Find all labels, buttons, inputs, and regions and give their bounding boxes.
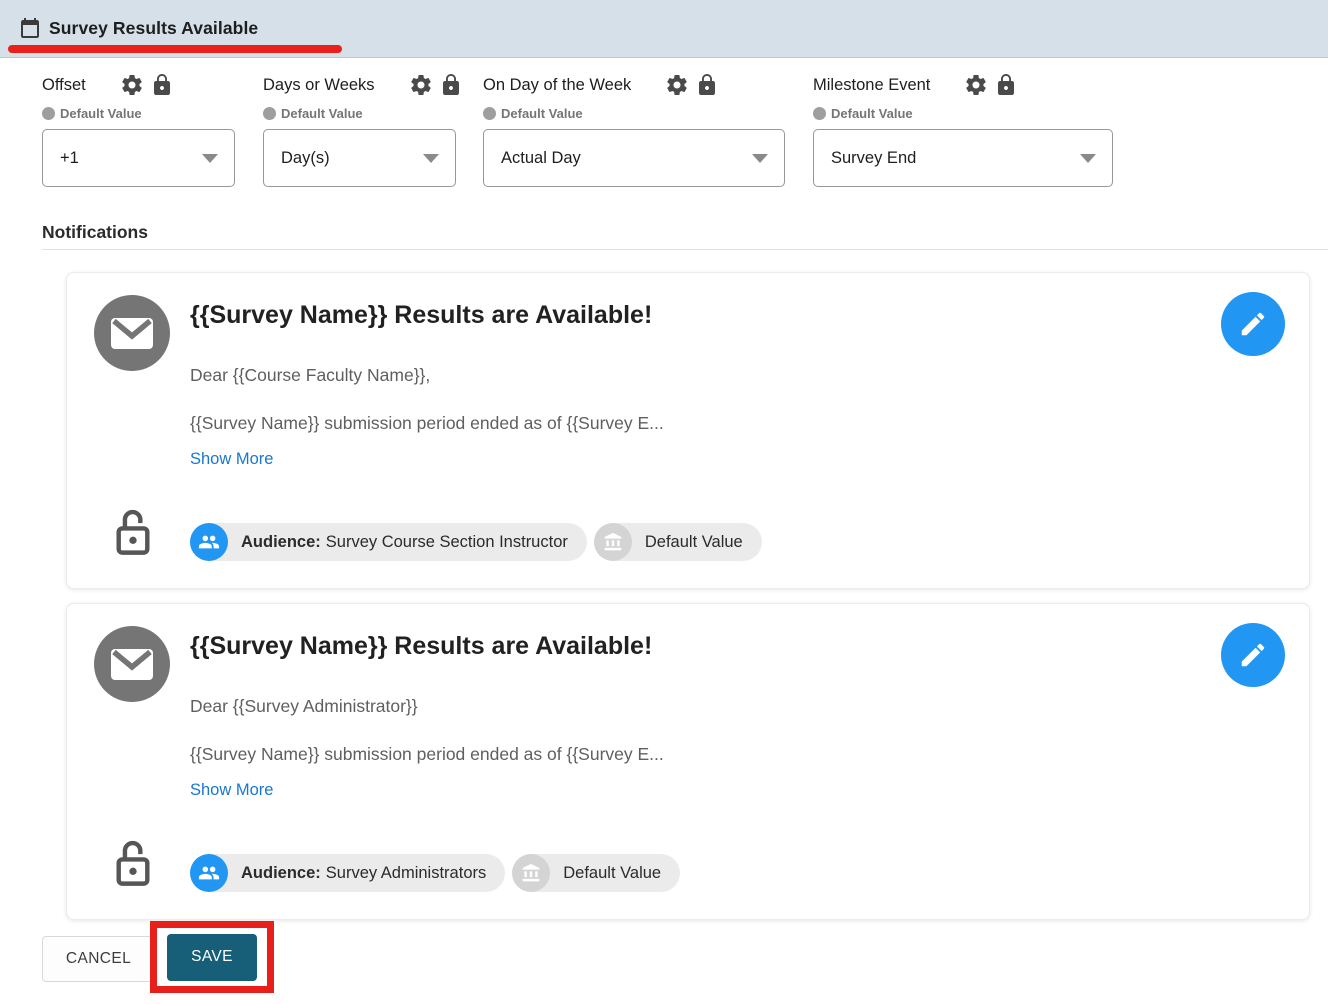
pencil-icon [1238, 640, 1268, 670]
edit-notification-button[interactable] [1221, 292, 1285, 356]
gear-icon[interactable] [120, 73, 144, 97]
mail-icon [94, 626, 170, 702]
field-label: Offset [42, 76, 86, 95]
offset-select[interactable]: +1 [42, 129, 235, 187]
audience-chip-text: Audience:Survey Administrators [241, 864, 486, 883]
default-value-label: Default Value [281, 106, 363, 121]
lock-icon[interactable] [150, 73, 174, 97]
milestone-event-select[interactable]: Survey End [813, 129, 1113, 187]
lock-open-icon [111, 834, 155, 894]
save-button[interactable]: SAVE [167, 934, 257, 981]
field-milestone-event: Milestone Event Default Value Survey End [813, 70, 1113, 187]
days-or-weeks-select-value: Day(s) [281, 149, 330, 168]
on-day-of-week-select-value: Actual Day [501, 149, 581, 168]
notification-title: {{Survey Name}} Results are Available! [190, 632, 652, 661]
lock-icon[interactable] [695, 73, 719, 97]
field-label: Days or Weeks [263, 76, 375, 95]
lock-icon[interactable] [439, 73, 463, 97]
notification-card: {{Survey Name}} Results are Available! D… [66, 603, 1310, 920]
lock-open-icon [111, 503, 155, 563]
milestone-event-select-value: Survey End [831, 149, 916, 168]
offset-select-value: +1 [60, 149, 79, 168]
audience-chip-text: Audience:Survey Course Section Instructo… [241, 533, 568, 552]
annotation-underline [8, 45, 342, 53]
annotation-red-box: SAVE [150, 921, 274, 993]
gear-icon[interactable] [964, 73, 988, 97]
default-value-label: Default Value [501, 106, 583, 121]
notifications-heading: Notifications [42, 222, 148, 243]
default-value-dot [263, 107, 276, 120]
days-or-weeks-select[interactable]: Day(s) [263, 129, 456, 187]
group-icon [190, 854, 228, 892]
notification-body: {{Survey Name}} submission period ended … [190, 413, 664, 434]
audience-chip[interactable]: Audience:Survey Administrators [190, 854, 505, 892]
notification-greeting: Dear {{Course Faculty Name}}, [190, 365, 430, 386]
pencil-icon [1238, 309, 1268, 339]
chevron-down-icon [202, 154, 218, 163]
default-value-chip-text: Default Value [563, 864, 661, 883]
field-label: On Day of the Week [483, 76, 631, 95]
field-on-day-of-week: On Day of the Week Default Value Actual … [483, 70, 785, 187]
divider [42, 249, 1328, 250]
chevron-down-icon [752, 154, 768, 163]
group-icon [190, 523, 228, 561]
page-title: Survey Results Available [49, 18, 258, 39]
default-value-dot [483, 107, 496, 120]
notification-greeting: Dear {{Survey Administrator}} [190, 696, 418, 717]
show-more-link[interactable]: Show More [190, 781, 273, 800]
lock-icon[interactable] [994, 73, 1018, 97]
bank-icon [512, 854, 550, 892]
notification-body: {{Survey Name}} submission period ended … [190, 744, 664, 765]
default-value-chip[interactable]: Default Value [512, 854, 680, 892]
field-label: Milestone Event [813, 76, 930, 95]
calendar-icon [18, 17, 42, 41]
mail-icon [94, 295, 170, 371]
edit-notification-button[interactable] [1221, 623, 1285, 687]
cancel-button[interactable]: CANCEL [42, 936, 155, 982]
field-offset: Offset Default Value +1 [42, 70, 235, 187]
settings-fields-row: Offset Default Value +1 Days or Weeks De… [42, 70, 1113, 187]
notification-title: {{Survey Name}} Results are Available! [190, 301, 652, 330]
default-value-chip[interactable]: Default Value [594, 523, 762, 561]
chevron-down-icon [423, 154, 439, 163]
notification-card: {{Survey Name}} Results are Available! D… [66, 272, 1310, 589]
field-days-or-weeks: Days or Weeks Default Value Day(s) [263, 70, 456, 187]
default-value-dot [813, 107, 826, 120]
default-value-label: Default Value [60, 106, 142, 121]
bank-icon [594, 523, 632, 561]
gear-icon[interactable] [409, 73, 433, 97]
chevron-down-icon [1080, 154, 1096, 163]
audience-chip[interactable]: Audience:Survey Course Section Instructo… [190, 523, 587, 561]
default-value-chip-text: Default Value [645, 533, 743, 552]
default-value-label: Default Value [831, 106, 913, 121]
show-more-link[interactable]: Show More [190, 450, 273, 469]
on-day-of-week-select[interactable]: Actual Day [483, 129, 785, 187]
default-value-dot [42, 107, 55, 120]
gear-icon[interactable] [665, 73, 689, 97]
